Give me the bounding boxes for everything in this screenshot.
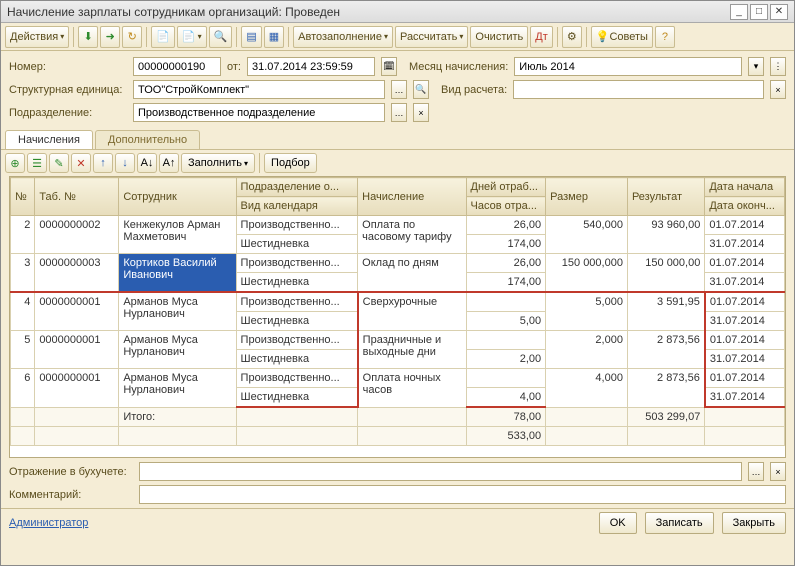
month-label: Месяц начисления: [409, 61, 508, 73]
calc-type-clear-icon[interactable]: × [770, 80, 786, 99]
from-label: от: [227, 61, 241, 73]
close-button[interactable]: ✕ [770, 4, 788, 20]
month-drop-icon[interactable]: ▾ [748, 57, 764, 76]
advice-button[interactable]: 💡 Советы [591, 26, 653, 48]
help-icon[interactable]: ? [655, 26, 675, 48]
date-picker-icon[interactable]: 🗓 [381, 57, 397, 76]
window-title: Начисление зарплаты сотрудникам организа… [7, 5, 340, 19]
titlebar: Начисление зарплаты сотрудникам организа… [1, 1, 794, 23]
move-down-icon[interactable]: ↓ [115, 153, 135, 173]
col-date-start[interactable]: Дата начала [705, 178, 785, 197]
maximize-button[interactable]: □ [750, 4, 768, 20]
month-input[interactable] [514, 57, 742, 76]
delete-row-icon[interactable]: ✕ [71, 153, 91, 173]
minimize-button[interactable]: _ [730, 4, 748, 20]
division-clear-icon[interactable]: × [413, 103, 429, 122]
sort-asc-icon[interactable]: A↓ [137, 153, 157, 173]
doc-menu[interactable]: 📄 [177, 26, 207, 48]
number-input[interactable] [133, 57, 221, 76]
user-link[interactable]: Администратор [9, 517, 88, 529]
grid-toolbar: ⊕ ☰ ✎ ✕ ↑ ↓ A↓ A↑ Заполнить Подбор [1, 150, 794, 176]
main-toolbar: Действия ⬇ ➜ ↻ 📄 📄 🔍 ▤ ▦ Автозаполнение … [1, 23, 794, 51]
unit-pick-icon[interactable]: … [391, 80, 407, 99]
col-days[interactable]: Дней отраб... [466, 178, 546, 197]
settings-icon[interactable]: ⚙ [562, 26, 582, 48]
totals-row: Итого: 78,00 503 299,07 [11, 407, 785, 427]
col-result[interactable]: Результат [627, 178, 704, 216]
totals-row-2: 533,00 [11, 427, 785, 446]
comment-label: Комментарий: [9, 489, 133, 501]
col-hours[interactable]: Часов отра... [466, 197, 546, 216]
col-accrual[interactable]: Начисление [358, 178, 466, 216]
calc-type-input[interactable] [513, 80, 764, 99]
post-icon[interactable]: ⬇ [78, 26, 98, 48]
col-department[interactable]: Подразделение о... [236, 178, 358, 197]
sort-desc-icon[interactable]: A↑ [159, 153, 179, 173]
mark-icon[interactable]: ➜ [100, 26, 120, 48]
month-step-icon[interactable]: ⋮ [770, 57, 786, 76]
struct-2-icon[interactable]: ▦ [264, 26, 284, 48]
edit-row-icon[interactable]: ✎ [49, 153, 69, 173]
struct-1-icon[interactable]: ▤ [241, 26, 261, 48]
accruals-table[interactable]: № Таб. № Сотрудник Подразделение о... На… [10, 177, 785, 446]
pick-button[interactable]: Подбор [264, 153, 317, 173]
tabs: Начисления Дополнительно [1, 130, 794, 150]
unit-input[interactable] [133, 80, 385, 99]
table-row[interactable]: 50000000001Арманов Муса НурлановичПроизв… [11, 331, 785, 350]
division-label: Подразделение: [9, 107, 127, 119]
accounting-label: Отражение в бухучете: [9, 466, 133, 478]
copy-icon[interactable]: 📄 [151, 26, 175, 48]
table-row[interactable]: 40000000001Арманов Муса НурлановичПроизв… [11, 292, 785, 312]
col-calendar[interactable]: Вид календаря [236, 197, 358, 216]
division-pick-icon[interactable]: … [391, 103, 407, 122]
clone-row-icon[interactable]: ☰ [27, 153, 47, 173]
ok-button[interactable]: OK [599, 512, 637, 534]
close-form-button[interactable]: Закрыть [722, 512, 786, 534]
autofill-menu[interactable]: Автозаполнение [293, 26, 393, 48]
col-size[interactable]: Размер [546, 178, 628, 216]
clear-button[interactable]: Очистить [470, 26, 528, 48]
col-employee[interactable]: Сотрудник [119, 178, 236, 216]
date-input[interactable] [247, 57, 375, 76]
unit-open-icon[interactable]: 🔍 [413, 80, 429, 99]
col-index[interactable]: № [11, 178, 35, 216]
accounting-pick-icon[interactable]: … [748, 462, 764, 481]
actions-menu[interactable]: Действия [5, 26, 69, 48]
tab-accruals[interactable]: Начисления [5, 130, 93, 149]
move-up-icon[interactable]: ↑ [93, 153, 113, 173]
print-icon[interactable]: 🔍 [209, 26, 233, 48]
division-input[interactable] [133, 103, 385, 122]
col-tab[interactable]: Таб. № [35, 178, 119, 216]
col-date-end[interactable]: Дата оконч... [705, 197, 785, 216]
calculate-menu[interactable]: Рассчитать [395, 26, 468, 48]
save-button[interactable]: Записать [645, 512, 714, 534]
table-row[interactable]: 60000000001Арманов Муса НурлановичПроизв… [11, 369, 785, 388]
tab-additional[interactable]: Дополнительно [95, 130, 200, 149]
comment-input[interactable] [139, 485, 786, 504]
accounting-clear-icon[interactable]: × [770, 462, 786, 481]
refresh-icon[interactable]: ↻ [122, 26, 142, 48]
accounting-input[interactable] [139, 462, 742, 481]
add-row-icon[interactable]: ⊕ [5, 153, 25, 173]
unit-label: Структурная единица: [9, 84, 127, 96]
table-row[interactable]: 20000000002Кенжекулов Арман МахметовичПр… [11, 216, 785, 235]
number-label: Номер: [9, 61, 127, 73]
table-row[interactable]: 30000000003Кортиков Василий ИвановичПрои… [11, 254, 785, 273]
dkt-icon[interactable]: Дт [530, 26, 553, 48]
fill-menu[interactable]: Заполнить [181, 153, 255, 173]
calc-type-label: Вид расчета: [441, 84, 507, 96]
